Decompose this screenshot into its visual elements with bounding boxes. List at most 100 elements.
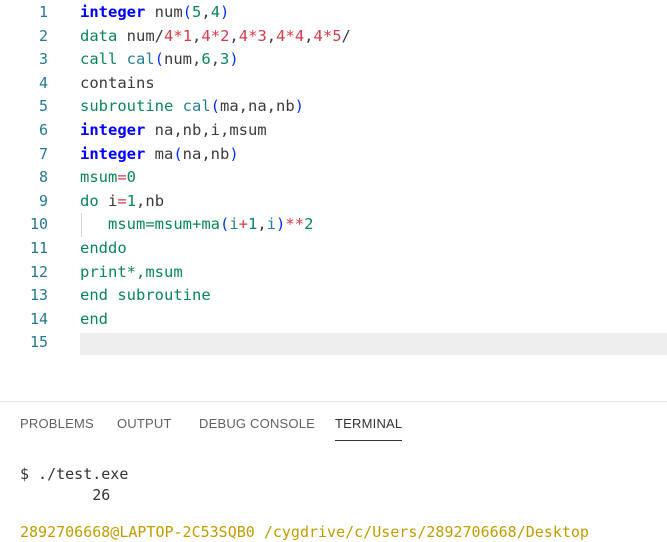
code-line[interactable]: 9 do i=1,nb <box>0 189 667 213</box>
code-token: 4 <box>238 26 249 45</box>
code-text[interactable]: integer num(5,4) <box>80 0 229 24</box>
code-token: 1 <box>126 191 137 210</box>
code-token: = <box>117 191 127 210</box>
line-number: 5 <box>38 97 48 116</box>
code-text[interactable]: integer na,nb,i,msum <box>80 118 267 142</box>
code-line[interactable]: 1 integer num(5,4) <box>0 0 667 24</box>
code-token: contains <box>80 73 155 92</box>
code-token: , <box>192 26 202 45</box>
code-token: integer <box>80 144 146 163</box>
code-token: ) <box>229 144 239 163</box>
code-token: msum <box>80 168 118 187</box>
line-number: 1 <box>38 3 48 21</box>
code-token: * <box>210 26 221 45</box>
code-token: integer <box>80 3 146 21</box>
line-number: 11 <box>29 239 48 257</box>
code-token: 2 <box>304 215 314 234</box>
line-number: 15 <box>29 333 48 352</box>
code-line[interactable]: 15 <box>0 330 667 354</box>
code-token: cal <box>126 50 155 69</box>
code-text[interactable]: do i=1,nb <box>80 189 164 213</box>
code-text[interactable]: end <box>80 307 108 331</box>
code-token: ( <box>219 215 230 234</box>
code-line[interactable]: 7 integer ma(na,nb) <box>0 142 667 166</box>
code-token: 3 <box>257 26 267 45</box>
code-token: , <box>304 26 314 45</box>
code-token: ) <box>294 97 305 116</box>
code-text[interactable]: subroutine cal(ma,na,nb) <box>80 94 304 118</box>
code-token: na,nb,i,msum <box>145 121 267 139</box>
code-text[interactable]: call cal(num,6,3) <box>80 47 239 71</box>
code-token: 4 <box>294 26 305 45</box>
code-text[interactable]: end subroutine <box>80 283 211 307</box>
terminal-command: $ ./test.exe <box>20 465 129 483</box>
code-text[interactable]: contains <box>80 71 155 95</box>
code-token: * <box>322 26 333 45</box>
code-token: i <box>229 215 239 234</box>
code-token: print*,msum <box>80 262 183 281</box>
code-token: 3 <box>220 50 230 69</box>
code-editor[interactable]: 1 integer num(5,4) 2 data num/4*1,4*2,4*3,4… <box>0 0 667 360</box>
code-token: 4 <box>201 26 211 45</box>
code-text[interactable]: msum=0 <box>80 165 136 189</box>
tab-debug-console[interactable]: DEBUG CONSOLE <box>199 414 315 440</box>
code-token: ( <box>210 97 221 116</box>
code-line[interactable]: 2 data num/4*1,4*2,4*3,4*4,4*5/ <box>0 24 667 48</box>
code-token: 5 <box>332 26 342 45</box>
code-token: end subroutine <box>80 286 211 305</box>
code-token: ( <box>173 144 183 163</box>
code-token: 6 <box>201 50 211 69</box>
tab-terminal[interactable]: TERMINAL <box>335 414 403 441</box>
code-line[interactable]: 8 msum=0 <box>0 165 667 189</box>
code-line[interactable]: 3 call cal(num,6,3) <box>0 47 667 71</box>
code-token: 2 <box>220 26 230 45</box>
code-token: num <box>145 3 183 21</box>
code-token: 1 <box>182 26 193 45</box>
code-line[interactable]: 13 end subroutine <box>0 283 667 307</box>
line-number: 6 <box>38 121 48 139</box>
code-token: ma <box>145 144 174 163</box>
code-line[interactable]: 5 subroutine cal(ma,na,nb) <box>0 94 667 118</box>
code-token: cal <box>182 97 211 116</box>
tab-output[interactable]: OUTPUT <box>117 414 172 440</box>
line-number: 4 <box>38 73 48 92</box>
code-token: , <box>192 50 202 69</box>
code-line[interactable]: 6 integer na,nb,i,msum <box>0 118 667 142</box>
code-token: , <box>201 3 211 21</box>
line-number: 10 <box>29 215 48 234</box>
code-token: num <box>164 50 193 69</box>
code-token: do <box>80 191 99 210</box>
code-token: ( <box>154 50 165 69</box>
code-token: num/ <box>117 26 164 45</box>
code-token: ( <box>182 3 192 21</box>
code-text[interactable]: print*,msum <box>80 260 183 284</box>
code-token: ma,na,nb <box>220 97 295 116</box>
code-token: enddo <box>80 239 127 257</box>
code-token: msum=msum+ma <box>80 215 220 234</box>
code-line[interactable]: 12 print*,msum <box>0 260 667 284</box>
code-token: ) <box>220 3 230 21</box>
line-number: 8 <box>38 168 48 187</box>
code-line[interactable]: 4 contains <box>0 71 667 95</box>
code-token: call <box>80 50 118 69</box>
code-token: 0 <box>126 168 137 187</box>
code-token: 5 <box>192 3 202 21</box>
code-token: data <box>80 26 118 45</box>
code-text[interactable]: enddo <box>80 236 127 260</box>
line-number: 12 <box>29 262 48 281</box>
code-text[interactable]: data num/4*1,4*2,4*3,4*4,4*5/ <box>80 24 351 48</box>
code-text[interactable]: integer ma(na,nb) <box>80 142 239 166</box>
tab-problems[interactable]: PROBLEMS <box>20 414 94 440</box>
code-line[interactable]: 11 enddo <box>0 236 667 260</box>
code-line[interactable]: 14 end <box>0 307 667 331</box>
code-line[interactable]: 10 msum=msum+ma(i+1,i)**2 <box>0 212 667 236</box>
code-token: end <box>80 309 108 328</box>
code-token: ,nb <box>136 191 165 210</box>
code-token: , <box>229 26 239 45</box>
code-text[interactable]: msum=msum+ma(i+1,i)**2 <box>80 212 313 236</box>
line-number: 2 <box>38 26 48 45</box>
code-token: i <box>98 191 118 210</box>
code-token: + <box>238 215 249 234</box>
